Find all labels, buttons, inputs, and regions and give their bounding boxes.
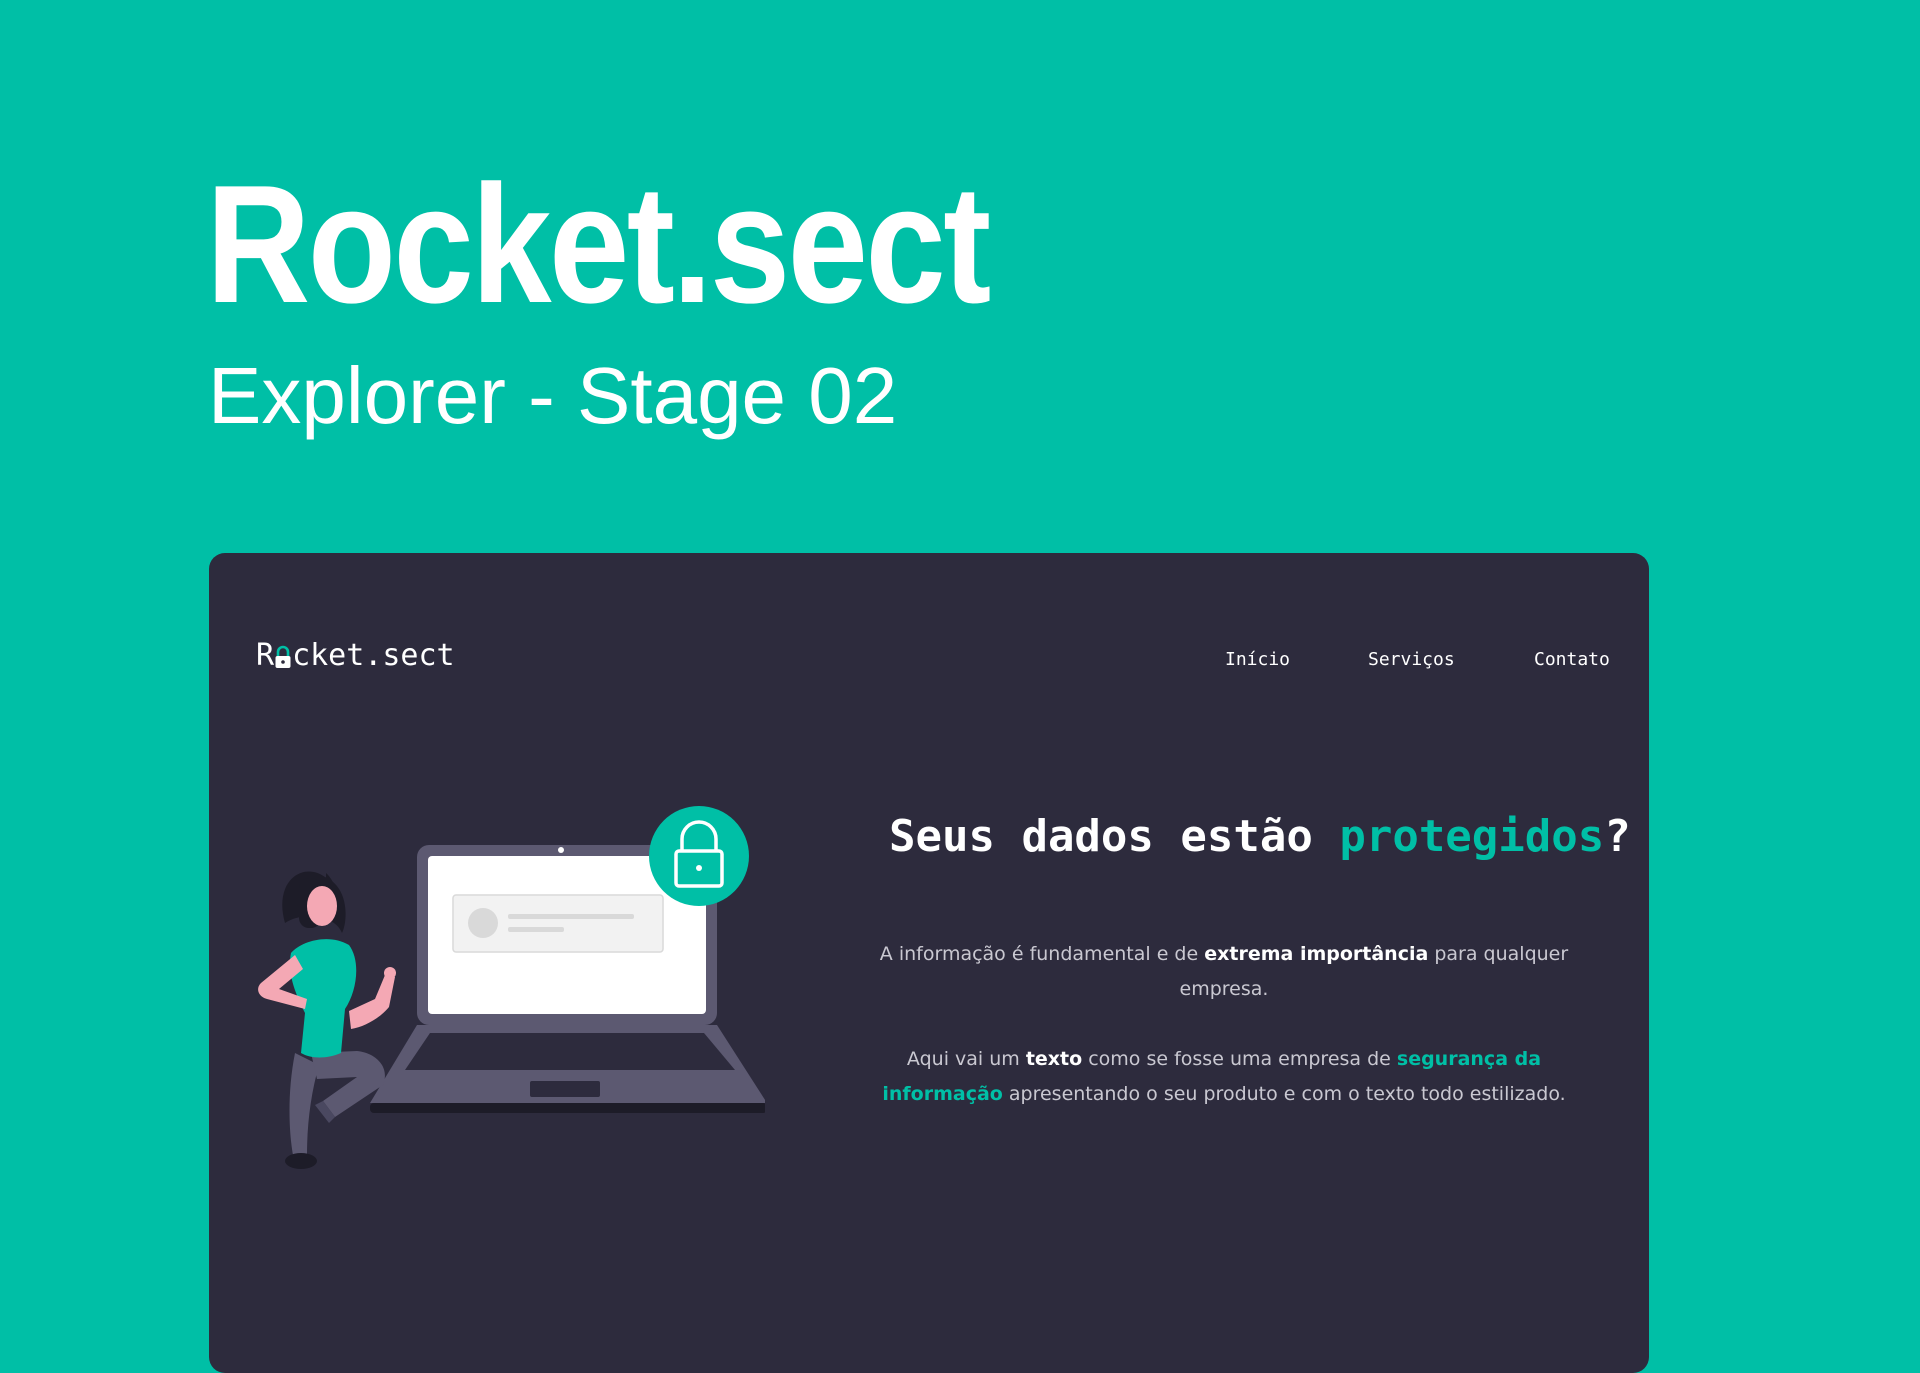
nav-link-inicio[interactable]: Início: [1225, 649, 1290, 670]
paragraph-1-text-a: A informação é fundamental e de: [879, 943, 1205, 965]
woman-with-laptop-and-padlock-illustration: [258, 806, 765, 1169]
paragraph-1-bold: extrema importância: [1204, 943, 1429, 965]
banner-title: Rocket.sect: [206, 150, 991, 338]
hero-paragraph-1: A informação é fundamental e de extrema …: [864, 937, 1584, 1007]
headline-text: Seus dados estão: [889, 811, 1340, 862]
paragraph-2-text-b: como se fosse uma empresa de: [1082, 1048, 1397, 1070]
nav-link-servicos[interactable]: Serviços: [1368, 649, 1455, 670]
headline-accent-word: protegidos: [1339, 811, 1605, 862]
paragraph-2-text-a: Aqui vai um: [906, 1048, 1026, 1070]
site-nav: Início Serviços Contato: [209, 649, 1649, 679]
headline-question-mark: ?: [1604, 811, 1631, 862]
nav-link-contato[interactable]: Contato: [1534, 649, 1610, 670]
hero-headline: Seus dados estão protegidos?: [889, 815, 1631, 859]
website-preview-card: R cket.sect Início Serviços Contato Seus…: [209, 553, 1649, 1373]
paragraph-2-text-c: apresentando o seu produto e com o texto…: [1002, 1083, 1566, 1105]
paragraph-2-bold: texto: [1025, 1048, 1083, 1070]
hero-paragraph-2: Aqui vai um texto como se fosse uma empr…: [864, 1042, 1584, 1112]
banner-subtitle: Explorer - Stage 02: [208, 351, 898, 440]
